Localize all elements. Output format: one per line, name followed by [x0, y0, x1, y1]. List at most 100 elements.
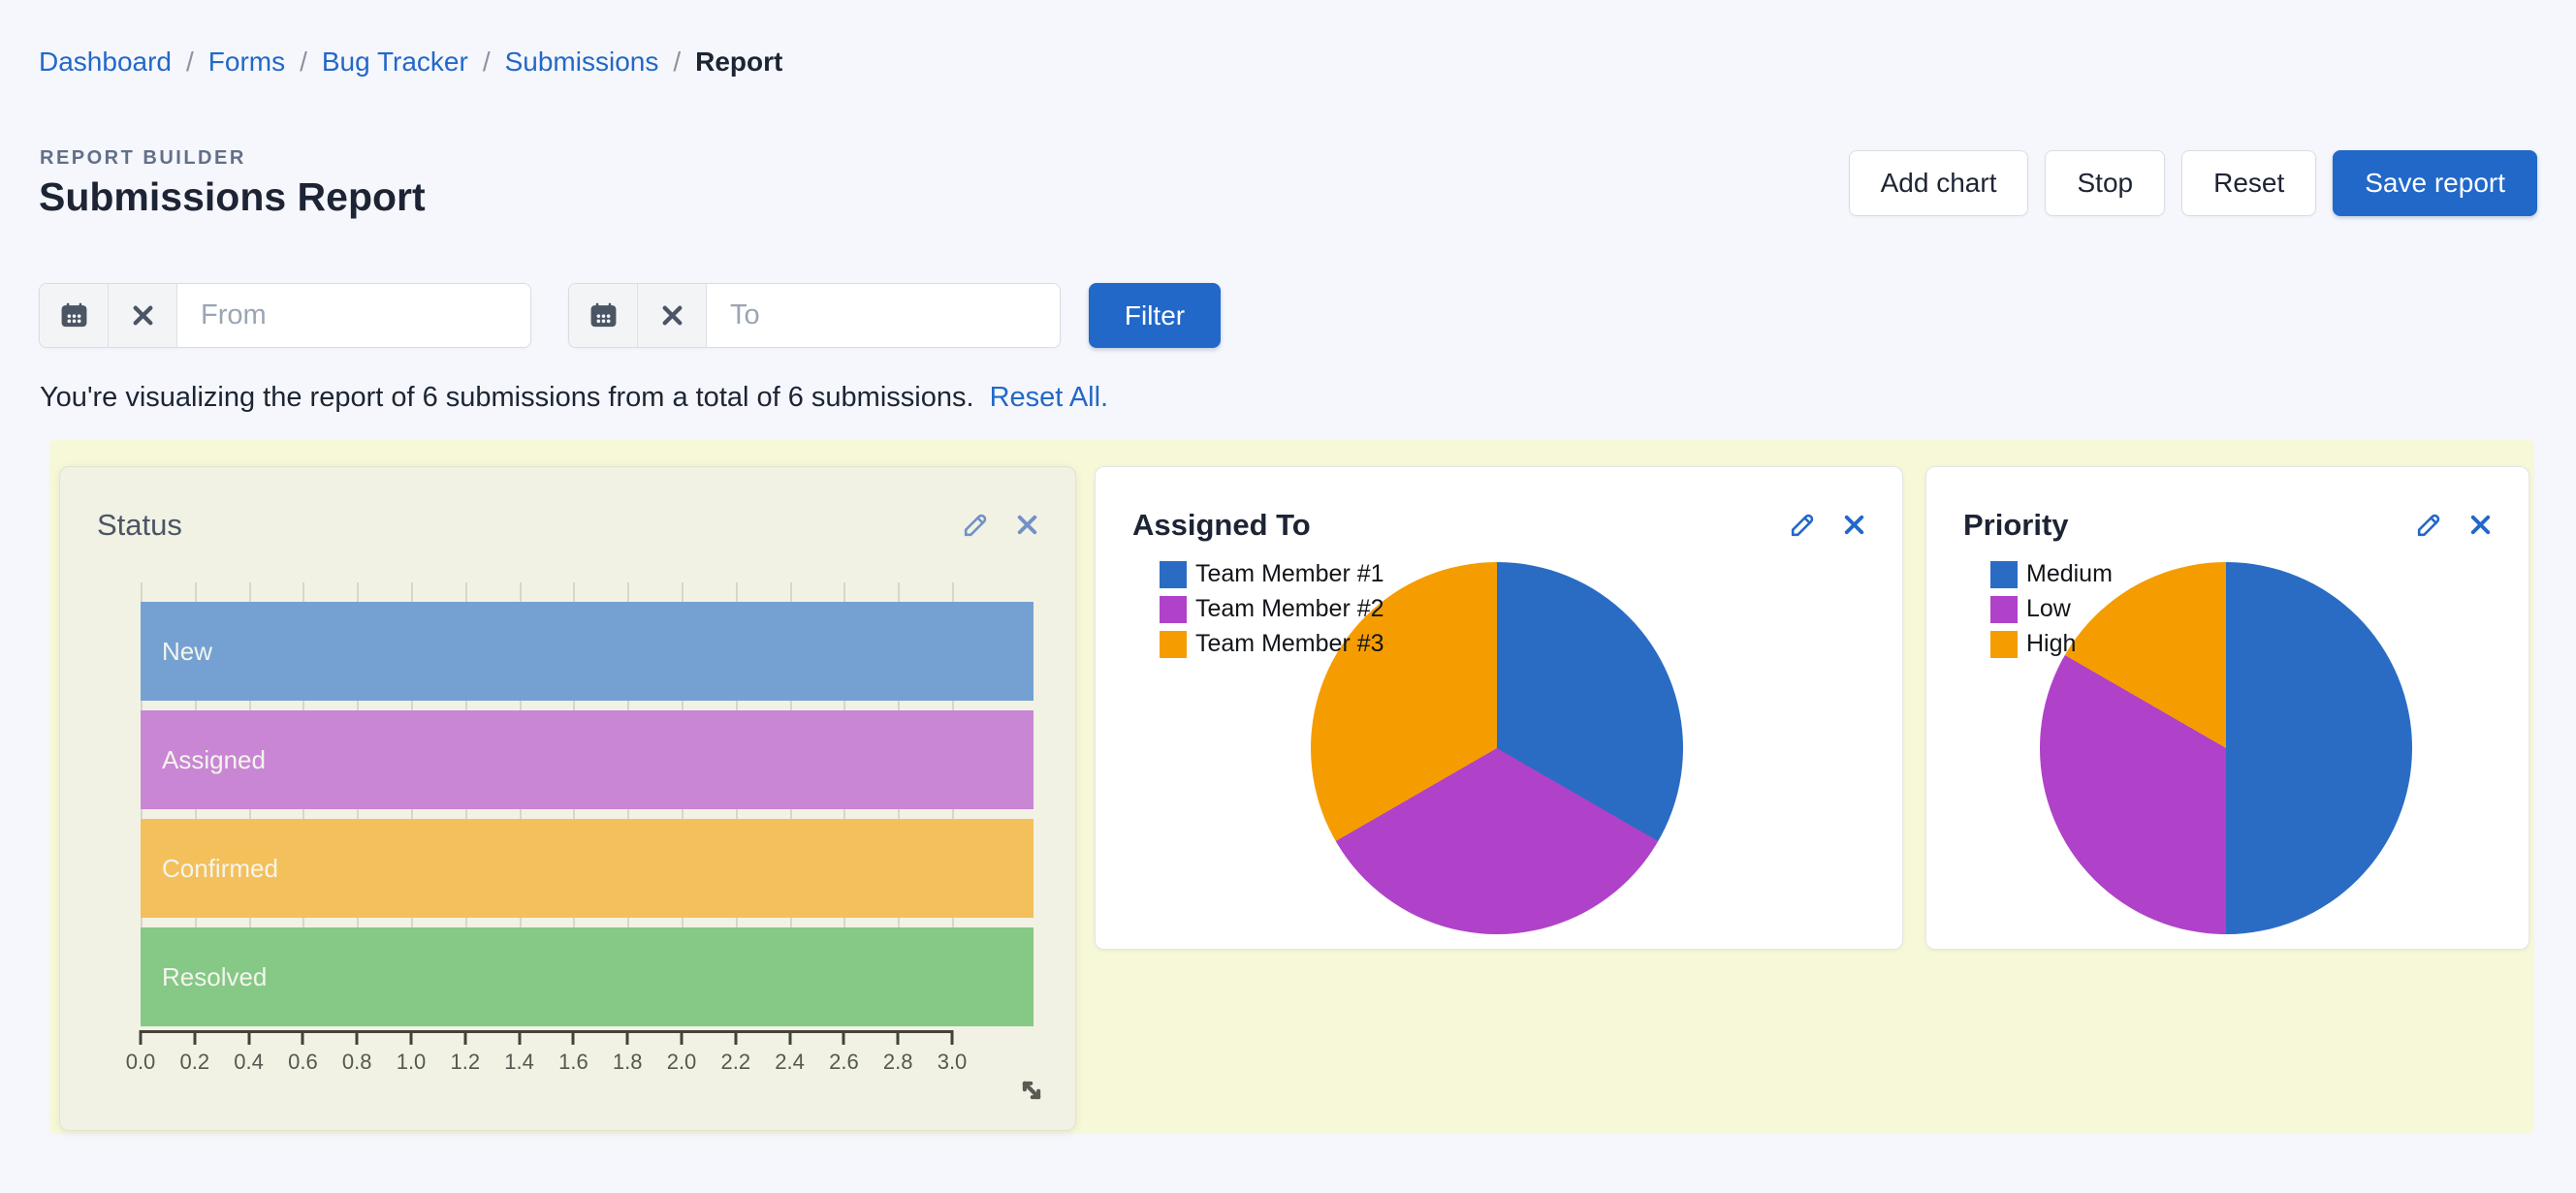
toolbar: Add chart Stop Reset Save report [1849, 150, 2537, 216]
legend-label: Team Member #1 [1195, 560, 1384, 588]
axis-tick [951, 1030, 954, 1045]
legend-swatch [1160, 561, 1187, 588]
chart-title-status: Status [97, 508, 182, 543]
breadcrumb: Dashboard / Forms / Bug Tracker / Submis… [39, 47, 782, 78]
stop-button[interactable]: Stop [2045, 150, 2165, 216]
legend-label: High [2026, 630, 2076, 658]
bar-resolved: Resolved [141, 927, 1034, 1026]
resize-handle-icon[interactable] [1013, 1072, 1050, 1109]
chart-card-assigned-to: Assigned To Team Member #1 Team Member #2… [1095, 466, 1903, 950]
legend-item: High [1990, 630, 2113, 658]
breadcrumb-separator: / [300, 47, 307, 78]
bars-area: New Assigned Confirmed Resolved [141, 602, 1042, 1026]
breadcrumb-forms[interactable]: Forms [208, 47, 285, 78]
bar-assigned: Assigned [141, 710, 1034, 809]
axis-tick [843, 1030, 845, 1045]
clear-x-icon [128, 300, 158, 330]
bar-confirmed: Confirmed [141, 819, 1034, 918]
axis-tick [734, 1030, 737, 1045]
from-date-group [39, 283, 531, 348]
axis-tick [302, 1030, 304, 1045]
legend-item: Team Member #2 [1160, 595, 1384, 623]
filter-button[interactable]: Filter [1089, 283, 1221, 348]
legend-priority: Medium Low High [1990, 560, 2113, 665]
chart-card-status: Status NewAssignedConfirmedResolved0.00.… [59, 466, 1076, 1131]
calendar-icon [588, 300, 619, 330]
legend-swatch [1990, 561, 2018, 588]
reset-button[interactable]: Reset [2181, 150, 2316, 216]
legend-assigned-to: Team Member #1 Team Member #2 Team Member … [1160, 560, 1384, 665]
axis-tick [518, 1030, 521, 1045]
legend-label: Team Member #2 [1195, 595, 1384, 623]
bar-label: Assigned [141, 745, 266, 775]
chart-actions-assigned-to [1788, 510, 1869, 540]
from-date-input[interactable] [177, 284, 530, 347]
chart-title-assigned-to: Assigned To [1132, 508, 1311, 543]
breadcrumb-separator: / [186, 47, 194, 78]
bar-label: New [141, 637, 212, 667]
axis-tick [409, 1030, 412, 1045]
edit-pencil-icon[interactable] [961, 510, 991, 540]
to-calendar-button[interactable] [569, 284, 638, 347]
axis-tick [140, 1030, 143, 1045]
legend-label: Low [2026, 595, 2071, 623]
summary-text: You're visualizing the report of 6 submi… [40, 382, 974, 413]
to-date-input[interactable] [707, 284, 1060, 347]
axis-tick [897, 1030, 900, 1045]
legend-item: Low [1990, 595, 2113, 623]
legend-label: Team Member #3 [1195, 630, 1384, 658]
chart-actions-priority [2414, 510, 2496, 540]
legend-swatch [1990, 631, 2018, 658]
bar-new: New [141, 602, 1034, 701]
reset-all-link[interactable]: Reset All. [990, 382, 1109, 413]
save-report-button[interactable]: Save report [2333, 150, 2537, 216]
legend-swatch [1990, 596, 2018, 623]
edit-pencil-icon[interactable] [1788, 510, 1818, 540]
legend-swatch [1160, 596, 1187, 623]
close-icon[interactable] [2465, 510, 2496, 540]
report-builder-label: REPORT BUILDER [40, 147, 246, 170]
to-clear-button[interactable] [638, 284, 707, 347]
legend-label: Medium [2026, 560, 2113, 588]
axis-tick [356, 1030, 359, 1045]
axis-tick-label: 3.0 [913, 1050, 991, 1075]
close-icon[interactable] [1012, 510, 1042, 540]
legend-swatch [1160, 631, 1187, 658]
close-icon[interactable] [1839, 510, 1869, 540]
bar-label: Confirmed [141, 854, 278, 884]
bar-label: Resolved [141, 962, 267, 992]
calendar-icon [59, 300, 89, 330]
legend-item: Team Member #1 [1160, 560, 1384, 588]
clear-x-icon [657, 300, 687, 330]
axis-tick [193, 1030, 196, 1045]
axis-tick [247, 1030, 250, 1045]
axis-tick [463, 1030, 466, 1045]
status-bar-plot: NewAssignedConfirmedResolved0.00.20.40.6… [141, 582, 1042, 1096]
date-filter-row: Filter [39, 283, 1221, 348]
report-builder-page: Dashboard / Forms / Bug Tracker / Submis… [0, 0, 2576, 1193]
legend-item: Medium [1990, 560, 2113, 588]
edit-pencil-icon[interactable] [2414, 510, 2444, 540]
breadcrumb-current-report: Report [695, 47, 782, 78]
summary-line: You're visualizing the report of 6 submi… [40, 382, 1108, 414]
x-axis [141, 1030, 952, 1033]
chart-card-priority: Priority Medium Low High [1925, 466, 2529, 950]
breadcrumb-bug-tracker[interactable]: Bug Tracker [322, 47, 468, 78]
breadcrumb-separator: / [673, 47, 681, 78]
breadcrumb-separator: / [483, 47, 491, 78]
to-date-group [568, 283, 1061, 348]
axis-tick [572, 1030, 575, 1045]
dashboard-canvas: Status NewAssignedConfirmedResolved0.00.… [49, 440, 2534, 1134]
axis-tick [626, 1030, 629, 1045]
breadcrumb-dashboard[interactable]: Dashboard [39, 47, 172, 78]
chart-actions-status [961, 510, 1042, 540]
from-calendar-button[interactable] [40, 284, 109, 347]
page-title: Submissions Report [39, 174, 426, 220]
from-clear-button[interactable] [109, 284, 177, 347]
chart-title-priority: Priority [1963, 508, 2069, 543]
axis-tick [788, 1030, 791, 1045]
axis-tick [680, 1030, 683, 1045]
add-chart-button[interactable]: Add chart [1849, 150, 2029, 216]
legend-item: Team Member #3 [1160, 630, 1384, 658]
breadcrumb-submissions[interactable]: Submissions [505, 47, 659, 78]
